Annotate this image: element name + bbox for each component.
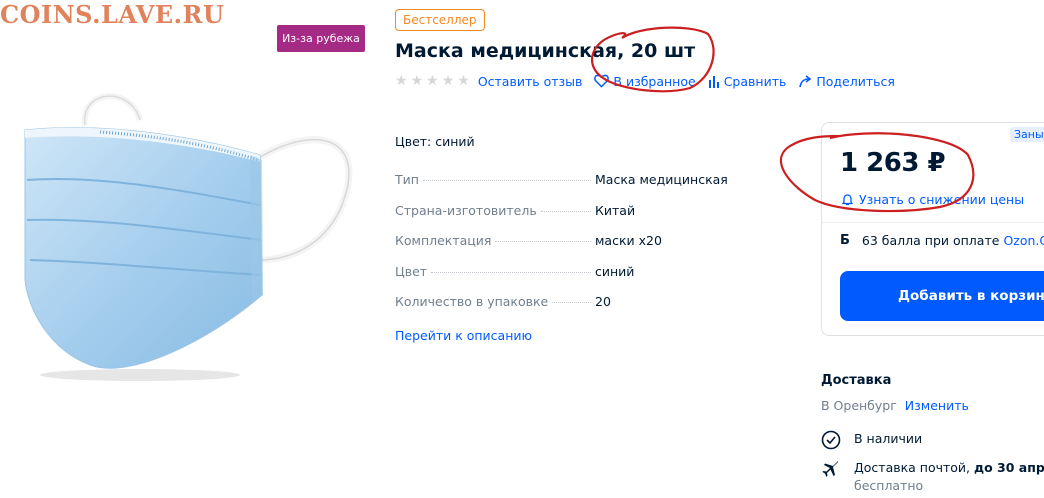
- spec-dots: [552, 302, 591, 303]
- import-badge: Из-за рубежа: [277, 25, 365, 52]
- price-divider: [822, 222, 1044, 223]
- spec-label: Страна-изготовитель: [395, 202, 537, 218]
- compare-icon: [708, 75, 719, 88]
- spec-value: синий: [595, 263, 635, 279]
- delivery-city: В Оренбург: [821, 398, 897, 413]
- spec-row: Страна-изготовитель Китай: [395, 203, 735, 234]
- spec-dots: [422, 180, 591, 181]
- star-icon: ★: [410, 73, 424, 89]
- selected-color: Цвет: синий: [395, 134, 475, 149]
- product-image[interactable]: [10, 80, 380, 390]
- check-circle-icon: [821, 430, 841, 450]
- bonus-info: Б 63 балла при оплате Ozon.Card: [840, 233, 1044, 248]
- share-button[interactable]: Поделиться: [798, 74, 895, 89]
- spec-dots: [431, 271, 591, 273]
- product-title: Маска медицинская, 20 шт: [395, 40, 696, 62]
- spec-label: Тип: [395, 172, 419, 187]
- spec-value: Маска медицинская: [595, 172, 728, 187]
- rating-stars[interactable]: ★ ★ ★ ★ ★: [395, 74, 470, 88]
- price-alert-label: Узнать о снижении цены: [859, 192, 1025, 207]
- add-to-cart-button[interactable]: Добавить в корзину: [840, 271, 1044, 321]
- airplane-icon: [821, 459, 841, 479]
- product-actions: ★ ★ ★ ★ ★ Оставить отзыв В избранное Сра…: [395, 72, 907, 90]
- price: 1 263 ₽: [840, 148, 946, 178]
- mail-delivery-date: до 30 апреля: [974, 460, 1044, 475]
- star-icon: ★: [395, 73, 408, 89]
- price-tag-label: Заны: [1010, 127, 1044, 142]
- watermark: COINS.LAVE.RU: [0, 0, 225, 29]
- star-icon: ★: [441, 73, 455, 89]
- goto-description-link[interactable]: Перейти к описанию: [395, 328, 532, 343]
- star-icon: ★: [426, 73, 439, 89]
- favorite-label: В избранное: [613, 73, 696, 89]
- compare-label: Сравнить: [723, 73, 787, 89]
- spec-label: Количество в упаковке: [395, 294, 549, 309]
- ozon-card-link[interactable]: Ozon.Card: [1003, 233, 1044, 248]
- price-alert-link[interactable]: Узнать о снижении цены: [842, 192, 1024, 207]
- spec-row: Количество в упаковке 20: [395, 294, 735, 325]
- bestseller-badge: Бестселлер: [395, 9, 485, 31]
- favorite-button[interactable]: В избранное: [594, 73, 696, 89]
- stock-status: В наличии: [821, 430, 922, 450]
- heart-icon: [594, 74, 610, 88]
- mail-delivery-prefix: Доставка почтой,: [854, 460, 971, 475]
- spec-value: Китай: [595, 202, 636, 218]
- bell-icon: [842, 193, 853, 205]
- compare-button[interactable]: Сравнить: [708, 73, 787, 89]
- bonus-points-icon: Б: [840, 233, 850, 248]
- leave-review-link[interactable]: Оставить отзыв: [478, 74, 583, 89]
- spec-row: Цвет синий: [395, 264, 735, 295]
- spec-value: 20: [595, 294, 611, 309]
- spec-dots: [495, 241, 591, 242]
- delivery-title: Доставка: [821, 373, 892, 388]
- share-label: Поделиться: [816, 73, 895, 89]
- mail-delivery: Доставка почтой, до 30 апреля бесплатно: [821, 459, 1044, 495]
- spec-label: Цвет: [395, 263, 428, 279]
- spec-label: Комплектация: [395, 233, 492, 248]
- star-icon: ★: [457, 73, 470, 89]
- leave-review-label: Оставить отзыв: [477, 73, 583, 89]
- change-city-link[interactable]: Изменить: [905, 398, 969, 413]
- mail-delivery-cost: бесплатно: [854, 478, 924, 493]
- share-icon: [799, 74, 812, 87]
- bonus-text: 63 балла при оплате: [861, 233, 1000, 248]
- spec-dots: [540, 210, 591, 212]
- specs-list: Тип Маска медицинская Страна-изготовител…: [395, 172, 735, 325]
- spec-row: Тип Маска медицинская: [395, 172, 735, 203]
- delivery-location: В Оренбург Изменить: [821, 398, 969, 413]
- spec-row: Комплектация маски x20: [395, 233, 735, 264]
- spec-value: маски x20: [595, 233, 662, 248]
- mail-delivery-text: Доставка почтой, до 30 апреля бесплатно: [854, 459, 1044, 495]
- stock-status-label: В наличии: [854, 431, 923, 446]
